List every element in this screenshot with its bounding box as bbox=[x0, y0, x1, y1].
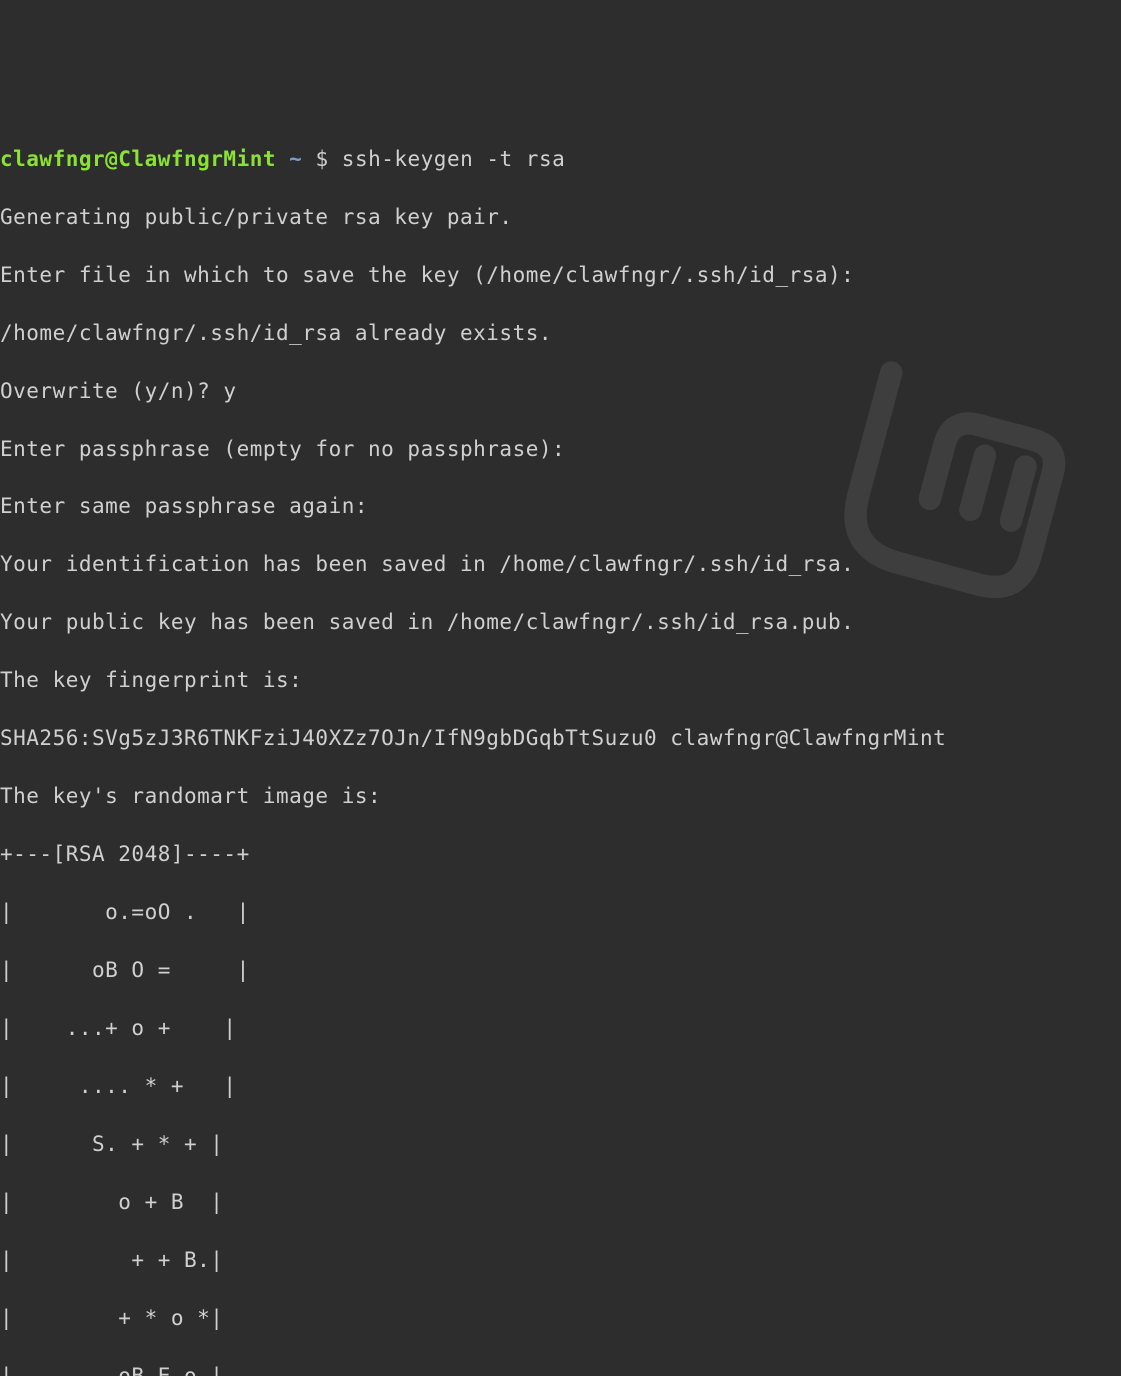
randomart-line: | ...+ o + | bbox=[0, 1014, 1121, 1043]
output-line: Your identification has been saved in /h… bbox=[0, 550, 1121, 579]
output-line: Enter file in which to save the key (/ho… bbox=[0, 261, 1121, 290]
randomart-line: | oB O = | bbox=[0, 956, 1121, 985]
output-line: Generating public/private rsa key pair. bbox=[0, 203, 1121, 232]
output-line: The key fingerprint is: bbox=[0, 666, 1121, 695]
command-input[interactable]: ssh-keygen -t rsa bbox=[342, 147, 565, 171]
randomart-line: | + * o *| bbox=[0, 1304, 1121, 1333]
randomart-line: | .... * + | bbox=[0, 1072, 1121, 1101]
output-line: SHA256:SVg5zJ3R6TNKFziJ40XZz7OJn/IfN9gbD… bbox=[0, 724, 1121, 753]
prompt-path: ~ bbox=[289, 147, 302, 171]
output-line: Enter passphrase (empty for no passphras… bbox=[0, 435, 1121, 464]
randomart-line: | o + B | bbox=[0, 1188, 1121, 1217]
terminal-window[interactable]: clawfngr@ClawfngrMint ~ $ ssh-keygen -t … bbox=[0, 116, 1121, 1376]
prompt-user: clawfngr@ClawfngrMint bbox=[0, 147, 276, 171]
prompt-line-1: clawfngr@ClawfngrMint ~ $ ssh-keygen -t … bbox=[0, 145, 1121, 174]
randomart-line: | S. + * + | bbox=[0, 1130, 1121, 1159]
randomart-line: | oB.E.o.| bbox=[0, 1362, 1121, 1376]
output-line: /home/clawfngr/.ssh/id_rsa already exist… bbox=[0, 319, 1121, 348]
randomart-line: +---[RSA 2048]----+ bbox=[0, 840, 1121, 869]
output-line: Overwrite (y/n)? y bbox=[0, 377, 1121, 406]
prompt-dollar: $ bbox=[315, 147, 328, 171]
output-line: The key's randomart image is: bbox=[0, 782, 1121, 811]
output-line: Enter same passphrase again: bbox=[0, 492, 1121, 521]
randomart-line: | + + B.| bbox=[0, 1246, 1121, 1275]
randomart-line: | o.=oO . | bbox=[0, 898, 1121, 927]
output-line: Your public key has been saved in /home/… bbox=[0, 608, 1121, 637]
